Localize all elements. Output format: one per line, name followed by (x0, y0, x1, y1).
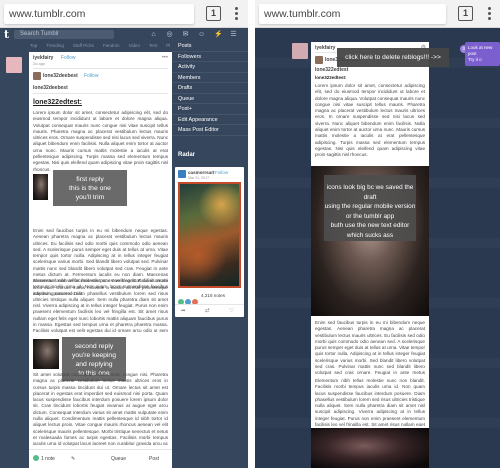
dashboard-nav-item[interactable]: Fandom (103, 43, 120, 48)
url-bar[interactable]: www.tumblr.com (4, 4, 194, 24)
post-paragraph: Sit amet volutpat consequat mauris nunc … (33, 372, 168, 447)
activity-icon[interactable]: ⚡ (214, 31, 223, 38)
sidebar-item-mass-post-editor[interactable]: Mass Post Editor (172, 125, 248, 136)
tab-switcher-button[interactable]: 1 (206, 6, 221, 21)
reply-avatar-image (33, 174, 48, 200)
home-icon[interactable]: ⌂ (150, 31, 157, 38)
sidebar-item-members[interactable]: Members (172, 73, 248, 83)
browser-menu-icon[interactable] (484, 6, 494, 22)
tumblr-logo[interactable]: t (4, 28, 9, 41)
post-paragraph: Elementum nibh tellus molestie nunc non … (33, 278, 168, 334)
divider (33, 68, 168, 69)
notes-reaction-icons (178, 292, 200, 305)
dashboard-nav-item[interactable]: Text (149, 43, 157, 48)
tab-switcher-button[interactable]: 1 (458, 6, 473, 21)
reply-avatar-image-large (311, 428, 429, 468)
sidebar-item-followers[interactable]: Followers (172, 52, 248, 62)
post-button[interactable]: Post (149, 456, 159, 462)
post-card: iyekfairy Follow 2d ago ••• lone32deebes… (29, 52, 172, 468)
radar-date: Mar 21, 2017 (188, 176, 210, 180)
blog-avatar[interactable] (6, 57, 22, 73)
browser-toolbar: www.tumblr.com 1 (255, 0, 500, 28)
post-editor-card: iyekfairy ⚙ lone322edtest lone322edtest … (311, 42, 429, 468)
post-footer: 1 note ✎ Queue Post (29, 449, 172, 468)
like-icon[interactable]: ♡ (229, 308, 234, 314)
sidebar-item-post-plus[interactable]: Post+ (172, 104, 248, 115)
tumblr-header: t Search Tumblr ⌂ ◎ ✉ ☺ ⚡ ☰ (0, 28, 248, 41)
follow-link[interactable]: Follow (61, 55, 75, 61)
blog-sidebar-menu: Posts Followers Activity Members Drafts … (172, 41, 248, 136)
radar-avatar[interactable] (178, 170, 186, 178)
post-menu-icon[interactable]: ••• (162, 55, 168, 61)
notes-icon (33, 455, 39, 461)
reblog-author[interactable]: lone32deebest (43, 73, 78, 79)
dashboard-nav: Top Trending Staff Picks Fandom Video Text Pho… (30, 43, 170, 51)
dashboard-nav-item[interactable]: Top (30, 43, 37, 48)
post-heading: lone322edtest: (33, 99, 83, 106)
reply-avatar-image (33, 339, 59, 369)
reblog-avatar[interactable] (33, 72, 41, 80)
divider (33, 93, 168, 94)
sidebar-item-activity[interactable]: Activity (172, 62, 248, 73)
sidebar-item-drafts[interactable]: Drafts (172, 83, 248, 94)
annotation-first-reply: first reply this is the one you'll trim (53, 170, 127, 206)
share-icon[interactable]: ➦ (181, 308, 186, 314)
radar-post-card[interactable]: casmorrsart Follow Mar 21, 2017 4,216 no… (175, 167, 244, 317)
post-author[interactable]: iyekfairy (315, 45, 335, 51)
delete-reblogs-annotation: click here to delete reblogs!!! ->> (337, 48, 449, 67)
browser-menu-icon[interactable] (231, 6, 241, 22)
url-bar[interactable]: www.tumblr.com (259, 4, 446, 24)
radar-footer: ➦ ⇄ ♡ (175, 304, 244, 317)
post-heading: lone322edtest: (315, 75, 347, 80)
queue-button[interactable]: Queue (111, 456, 126, 462)
explore-icon[interactable]: ◎ (166, 31, 173, 38)
dashboard-nav-item[interactable]: Staff Picks (73, 43, 94, 48)
browser-toolbar: www.tumblr.com 1 (0, 0, 248, 28)
messaging-icon[interactable]: ☺ (198, 31, 205, 38)
reblog-follow-link[interactable]: Follow (84, 73, 98, 79)
radar-follow-link[interactable]: Follow (215, 170, 228, 175)
radar-painting-image[interactable] (178, 182, 241, 288)
reblog-author-secondary[interactable]: lone322edtest (315, 67, 348, 73)
sidebar-item-edit-appearance[interactable]: Edit Appearance (172, 115, 248, 125)
blog-avatar[interactable] (292, 43, 308, 59)
radar-heading: Radar (178, 152, 196, 158)
reblog-author-secondary[interactable]: lone32deebest (33, 85, 68, 91)
dashboard-nav-item[interactable]: Trending (46, 43, 64, 48)
dashboard-nav-item[interactable]: Video (129, 43, 140, 48)
notes-count[interactable]: 1 note (41, 456, 55, 462)
inbox-icon[interactable]: ✉ (182, 31, 189, 38)
right-screenshot: www.tumblr.com 1 iyekfairy ⚙ lone322edte… (255, 0, 500, 468)
post-paragraph: Lorem ipsum dolor sit amet, consectetur … (315, 83, 425, 158)
reblog-icon[interactable]: ⇄ (205, 308, 210, 314)
dashboard-nav-item[interactable]: Photo (166, 43, 170, 48)
account-icon[interactable]: ☰ (230, 31, 237, 38)
post-paragraph: Enim sed faucibus turpis in eu mi bibend… (315, 320, 425, 376)
sidebar-item-posts[interactable]: Posts (172, 41, 248, 52)
reblog-avatar[interactable] (315, 56, 323, 64)
post-paragraph: Elementum nibh tellus molestie nunc non … (315, 378, 425, 426)
post-time: 2d ago (33, 61, 46, 66)
radar-notes-count[interactable]: 4,216 notes (201, 293, 225, 298)
pencil-icon[interactable]: ✎ (71, 456, 75, 462)
sidebar-item-queue[interactable]: Queue (172, 94, 248, 104)
search-input[interactable]: Search Tumblr (14, 30, 114, 39)
new-post-promo-popup[interactable]: Look at new post Try it o (465, 42, 500, 66)
radar-author[interactable]: casmorrsart (188, 170, 215, 175)
left-screenshot: www.tumblr.com 1 t Search Tumblr ⌂ ◎ ✉ ☺… (0, 0, 248, 468)
screenshot-divider (248, 0, 255, 468)
icons-note-annotation: icons look big bc we saved the draft usi… (324, 175, 416, 241)
